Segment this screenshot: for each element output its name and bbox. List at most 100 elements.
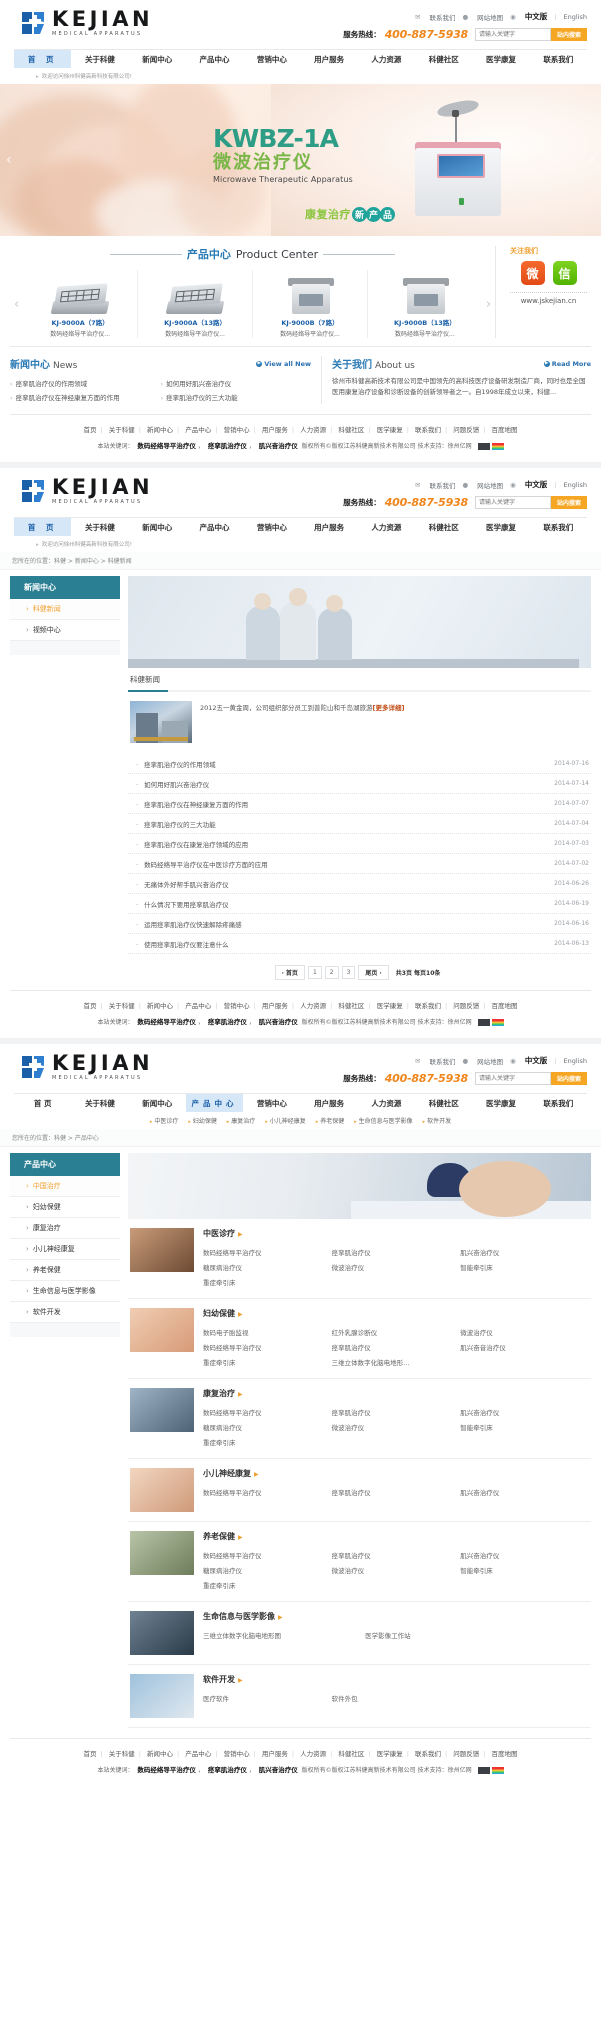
footer-link[interactable]: 科健社区: [338, 1750, 364, 1758]
product-link[interactable]: 软件外包: [332, 1690, 461, 1705]
product-link[interactable]: 糖尿病治疗仪: [203, 1419, 332, 1434]
nav-item-marketing[interactable]: 营销中心: [243, 50, 300, 68]
product-link[interactable]: 微波治疗仪: [332, 1259, 461, 1274]
category-title[interactable]: 小儿神经康复 ▶: [203, 1468, 589, 1479]
footer-link[interactable]: 百度地图: [492, 1002, 518, 1010]
nav-item-products[interactable]: 产品中心: [185, 1094, 244, 1112]
product-card[interactable]: KJ-9000A（13路） 数码经络导平治疗仪...: [138, 270, 254, 338]
product-link[interactable]: 肌兴奋治疗仪: [460, 1484, 589, 1499]
product-link[interactable]: 糖尿病治疗仪: [203, 1562, 332, 1577]
footer-link[interactable]: 营销中心: [224, 1750, 250, 1758]
category-title[interactable]: 软件开发 ▶: [203, 1674, 589, 1685]
product-link[interactable]: 痉挛肌治疗仪: [332, 1339, 461, 1354]
table-row[interactable]: 运用痉挛肌治疗仪快速解除疼痛感 2014-06-16: [128, 914, 591, 934]
subnav-item[interactable]: 康复治疗: [227, 1118, 256, 1125]
product-card[interactable]: KJ-9000A（7路） 数码经络导平治疗仪...: [23, 270, 139, 338]
page-last-button[interactable]: 尾页 ·: [358, 965, 389, 980]
news-link[interactable]: 痉挛肌治疗仪的三大功能: [161, 390, 312, 404]
page-3-button[interactable]: 3: [341, 966, 356, 979]
news-link[interactable]: 如何用好肌兴奋治疗仪: [161, 376, 312, 390]
product-link[interactable]: 重症牵引床: [203, 1577, 332, 1592]
footer-link[interactable]: 人力资源: [300, 426, 326, 434]
product-link[interactable]: 痉挛肌治疗仪: [332, 1244, 461, 1259]
product-link[interactable]: 智能牵引床: [460, 1259, 589, 1274]
footer-link[interactable]: 联系我们: [415, 1002, 441, 1010]
page-2-button[interactable]: 2: [324, 966, 339, 979]
category-title[interactable]: 养老保健 ▶: [203, 1531, 589, 1542]
sidebar-item-tcm[interactable]: 中国治疗: [10, 1176, 120, 1197]
sidebar-item-imaging[interactable]: 生命信息与医学影像: [10, 1281, 120, 1302]
product-link[interactable]: 重症牵引床: [203, 1274, 332, 1289]
product-link[interactable]: 痉挛肌治疗仪: [332, 1547, 461, 1562]
link-chinese[interactable]: 中文版: [525, 479, 548, 490]
weibo-icon[interactable]: 微: [520, 261, 545, 285]
footer-link[interactable]: 新闻中心: [147, 426, 173, 434]
nav-item-products[interactable]: 产品中心: [186, 50, 243, 68]
nav-item-about[interactable]: 关于科健: [71, 50, 128, 68]
product-link[interactable]: 痉挛肌治疗仪: [332, 1404, 461, 1419]
link-contact[interactable]: 联系我们: [429, 1056, 455, 1066]
footer-link[interactable]: 产品中心: [185, 1750, 211, 1758]
footer-link[interactable]: 问题反馈: [453, 1750, 479, 1758]
page-first-button[interactable]: · 首页: [274, 965, 305, 980]
news-link[interactable]: 痉挛肌治疗仪的作用领域: [10, 376, 161, 390]
nav-item-home[interactable]: 首 页: [14, 50, 72, 68]
nav-item-marketing[interactable]: 营销中心: [243, 518, 300, 536]
nav-item-contact[interactable]: 联系我们: [530, 1094, 587, 1112]
product-link[interactable]: 数码经络导平治疗仪: [203, 1339, 332, 1354]
category-title[interactable]: 康复治疗 ▶: [203, 1388, 589, 1399]
hero-prev-icon[interactable]: ‹: [6, 152, 12, 168]
nav-item-rehab[interactable]: 医学康复: [472, 50, 529, 68]
link-contact[interactable]: 联系我们: [429, 480, 455, 490]
footer-link[interactable]: 关于科健: [109, 1750, 135, 1758]
footer-link[interactable]: 用户服务: [262, 426, 288, 434]
footer-link[interactable]: 首页: [83, 1750, 96, 1758]
footer-link[interactable]: 用户服务: [262, 1750, 288, 1758]
subnav-item[interactable]: 中医诊疗: [150, 1118, 179, 1125]
footer-keyword[interactable]: 肌兴奋治疗仪: [259, 1018, 298, 1026]
product-link[interactable]: 红外乳腺诊断仪: [332, 1324, 461, 1339]
product-link[interactable]: 肌兴奋音治疗仪: [460, 1339, 589, 1354]
subnav-item[interactable]: 养老保健: [316, 1118, 345, 1125]
subnav-item[interactable]: 妇幼保健: [188, 1118, 217, 1125]
footer-keyword[interactable]: 数码经络导平治疗仪: [137, 442, 196, 450]
footer-keyword[interactable]: 数码经络导平治疗仪: [137, 1766, 196, 1774]
nav-item-hr[interactable]: 人力资源: [358, 518, 415, 536]
footer-keyword[interactable]: 肌兴奋治疗仪: [259, 442, 298, 450]
table-row[interactable]: 无痛体外好帮手肌兴奋治疗仪 2014-06-26: [128, 874, 591, 894]
product-link[interactable]: 智能牵引床: [460, 1419, 589, 1434]
product-link[interactable]: 肌兴奋治疗仪: [460, 1547, 589, 1562]
search-input[interactable]: [474, 1072, 551, 1085]
footer-link[interactable]: 新闻中心: [147, 1750, 173, 1758]
product-link[interactable]: 微波治疗仪: [332, 1419, 461, 1434]
product-link[interactable]: 医疗软件: [203, 1690, 332, 1705]
nav-item-community[interactable]: 科健社区: [415, 518, 472, 536]
nav-item-contact[interactable]: 联系我们: [530, 50, 587, 68]
footer-link[interactable]: 首页: [83, 1002, 96, 1010]
category-title[interactable]: 生命信息与医学影像 ▶: [203, 1611, 589, 1622]
search-button[interactable]: 站内搜索: [550, 496, 587, 509]
link-chinese[interactable]: 中文版: [525, 11, 548, 22]
table-row[interactable]: 数码经络导平治疗仪在中医诊疗方面的应用 2014-07-02: [128, 854, 591, 874]
footer-link[interactable]: 百度地图: [492, 426, 518, 434]
nav-item-service[interactable]: 用户服务: [300, 518, 357, 536]
nav-item-hr[interactable]: 人力资源: [358, 50, 415, 68]
link-english[interactable]: English: [564, 1057, 587, 1065]
nav-item-contact[interactable]: 联系我们: [530, 518, 587, 536]
footer-link[interactable]: 医学康复: [377, 426, 403, 434]
footer-link[interactable]: 新闻中心: [147, 1002, 173, 1010]
nav-item-news[interactable]: 新闻中心: [129, 50, 186, 68]
table-row[interactable]: 痉挛肌治疗仪的作用领域 2014-07-16: [128, 754, 591, 774]
search-input[interactable]: [474, 496, 551, 509]
nav-item-products[interactable]: 产品中心: [186, 518, 243, 536]
carousel-prev-icon[interactable]: ‹: [10, 297, 23, 312]
footer-link[interactable]: 产品中心: [185, 426, 211, 434]
table-row[interactable]: 使用痉挛肌治疗仪要注意什么 2014-06-13: [128, 934, 591, 954]
featured-news-item[interactable]: 2012五一黄金周，公司组织部分员工到普陀山和千岛湖旅游[更多详细]: [128, 692, 591, 752]
nav-item-news[interactable]: 新闻中心: [129, 1094, 186, 1112]
nav-item-about[interactable]: 关于科健: [71, 1094, 128, 1112]
footer-link[interactable]: 产品中心: [185, 1002, 211, 1010]
category-title[interactable]: 中医诊疗 ▶: [203, 1228, 589, 1239]
footer-keyword[interactable]: 肌兴奋治疗仪: [259, 1766, 298, 1774]
product-card[interactable]: KJ-9000B（7路） 数码经络导平治疗仪...: [253, 270, 368, 338]
